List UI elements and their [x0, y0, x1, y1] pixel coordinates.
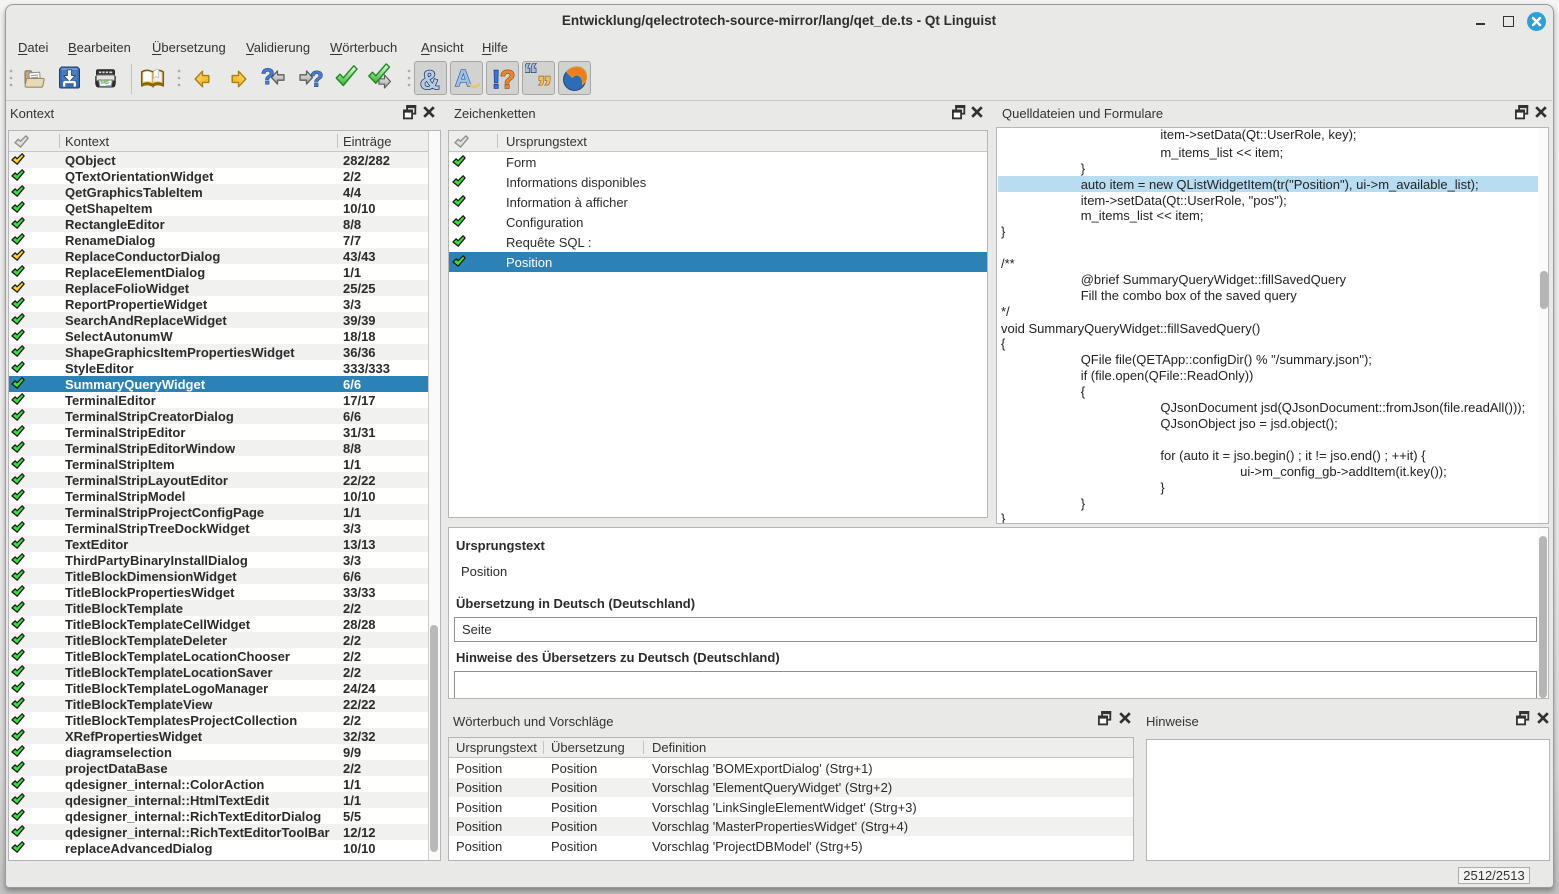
- svg-text:”: ”: [537, 71, 552, 93]
- svg-text:?: ?: [500, 66, 515, 93]
- svg-text:&: &: [420, 65, 440, 93]
- svg-text:?: ?: [310, 67, 323, 92]
- svg-text:A: A: [455, 65, 472, 91]
- svg-text:?: ?: [261, 65, 274, 89]
